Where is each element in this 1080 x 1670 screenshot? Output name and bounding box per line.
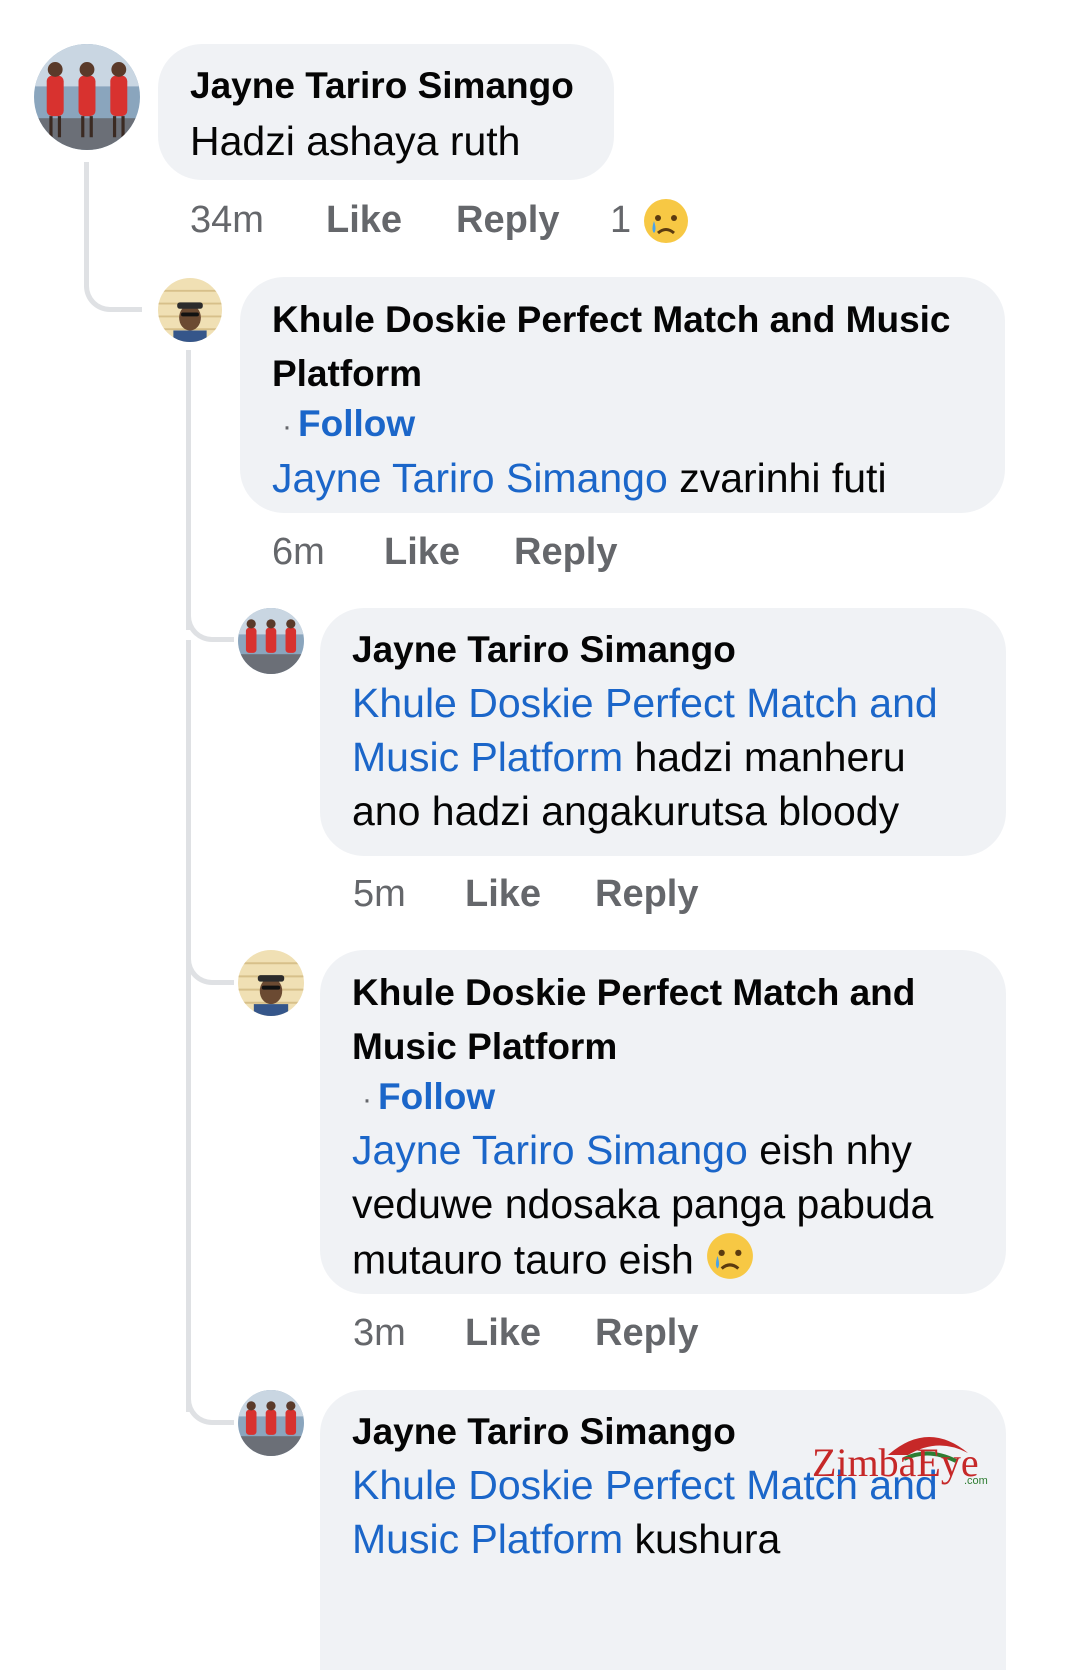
follow-button[interactable]: Follow [378, 1076, 495, 1117]
avatar[interactable] [238, 950, 304, 1016]
comment-author[interactable]: Khule Doskie Perfect Match and Music Pla… [352, 966, 974, 1074]
comment-time[interactable]: 5m [353, 869, 406, 919]
thread-connector [84, 162, 142, 312]
reply-button[interactable]: Reply [514, 527, 617, 577]
separator-dot: · [362, 1083, 372, 1116]
comment-actions: 5m Like Reply [353, 869, 753, 919]
comment-time[interactable]: 34m [190, 195, 264, 245]
like-button[interactable]: Like [465, 1308, 541, 1358]
mention-link[interactable]: Jayne Tariro Simango [272, 455, 668, 501]
comment-text-body: kushura [623, 1516, 781, 1562]
like-button[interactable]: Like [326, 195, 402, 245]
comment-text-body: mutauro tauro eish [352, 1236, 706, 1283]
comment-text-body: zvarinhi futi [667, 455, 887, 501]
comment-text-body: hadzi manheru [623, 734, 906, 780]
mention-link[interactable]: Jayne Tariro Simango [352, 1127, 748, 1173]
comment-actions: 3m Like Reply [353, 1308, 753, 1358]
comment-author-line[interactable]: Khule Doskie Perfect Match and [352, 972, 915, 1013]
thread-connector [186, 940, 234, 985]
watermark-suffix: .com [964, 1475, 988, 1487]
comment-text-body: ano hadzi angakurutsa bloody [352, 788, 900, 834]
reply-button[interactable]: Reply [595, 869, 698, 919]
reply-button[interactable]: Reply [456, 195, 559, 245]
comment-text: Jayne Tariro Simango eish nhy veduwe ndo… [352, 1123, 974, 1294]
crying-emoji-icon[interactable] [642, 197, 690, 258]
comment-text: Khule Doskie Perfect Match and Music Pla… [352, 676, 974, 838]
comment-time[interactable]: 6m [272, 527, 325, 577]
crying-emoji-icon [705, 1231, 755, 1294]
follow-row: · Follow [272, 401, 973, 450]
comment-text: Hadzi ashaya ruth [190, 118, 521, 164]
comment-actions: 6m Like Reply [272, 527, 672, 577]
thread-connector [186, 640, 191, 985]
comment-bubble: Khule Doskie Perfect Match and Music Pla… [320, 950, 1006, 1294]
like-button[interactable]: Like [465, 869, 541, 919]
thread-connector [186, 600, 234, 642]
comment-bubble: Jayne Tariro Simango Hadzi ashaya ruth [158, 44, 614, 180]
mention-link[interactable]: Music Platform [352, 1516, 623, 1562]
mention-link[interactable]: Music Platform [352, 734, 623, 780]
comment-bubble: Khule Doskie Perfect Match and Music Pla… [240, 277, 1005, 513]
like-button[interactable]: Like [384, 527, 460, 577]
thread-connector [186, 350, 191, 630]
mention-link[interactable]: Khule Doskie Perfect Match and [352, 680, 938, 726]
reply-button[interactable]: Reply [595, 1308, 698, 1358]
comment-text-body: veduwe ndosaka panga pabuda [352, 1181, 934, 1227]
comment-author[interactable]: Jayne Tariro Simango [352, 624, 974, 676]
thread-connector [186, 1380, 234, 1425]
avatar[interactable] [238, 1390, 304, 1456]
separator-dot: · [282, 410, 292, 443]
comment-text: Jayne Tariro Simango zvarinhi futi [272, 450, 973, 506]
avatar[interactable] [34, 44, 140, 150]
comment-author-line[interactable]: Music Platform [352, 1026, 617, 1067]
comment-bubble: Jayne Tariro Simango Khule Doskie Perfec… [320, 608, 1006, 856]
comment-author[interactable]: Jayne Tariro Simango [190, 58, 582, 113]
comment-time[interactable]: 3m [353, 1308, 406, 1358]
follow-button[interactable]: Follow [298, 403, 415, 444]
watermark-logo: ZimbaEye .com [808, 1425, 998, 1495]
comment-author[interactable]: Khule Doskie Perfect Match and Music Pla… [272, 293, 973, 401]
thread-connector [186, 982, 191, 1412]
comment-text-body: eish nhy [747, 1127, 912, 1173]
comment-actions: 34m Like Reply 1 [190, 195, 710, 245]
avatar[interactable] [158, 278, 222, 342]
avatar[interactable] [238, 608, 304, 674]
follow-row: · Follow [352, 1074, 974, 1123]
reaction-count[interactable]: 1 [610, 195, 631, 245]
watermark-text: ZimbaEye [812, 1440, 979, 1485]
